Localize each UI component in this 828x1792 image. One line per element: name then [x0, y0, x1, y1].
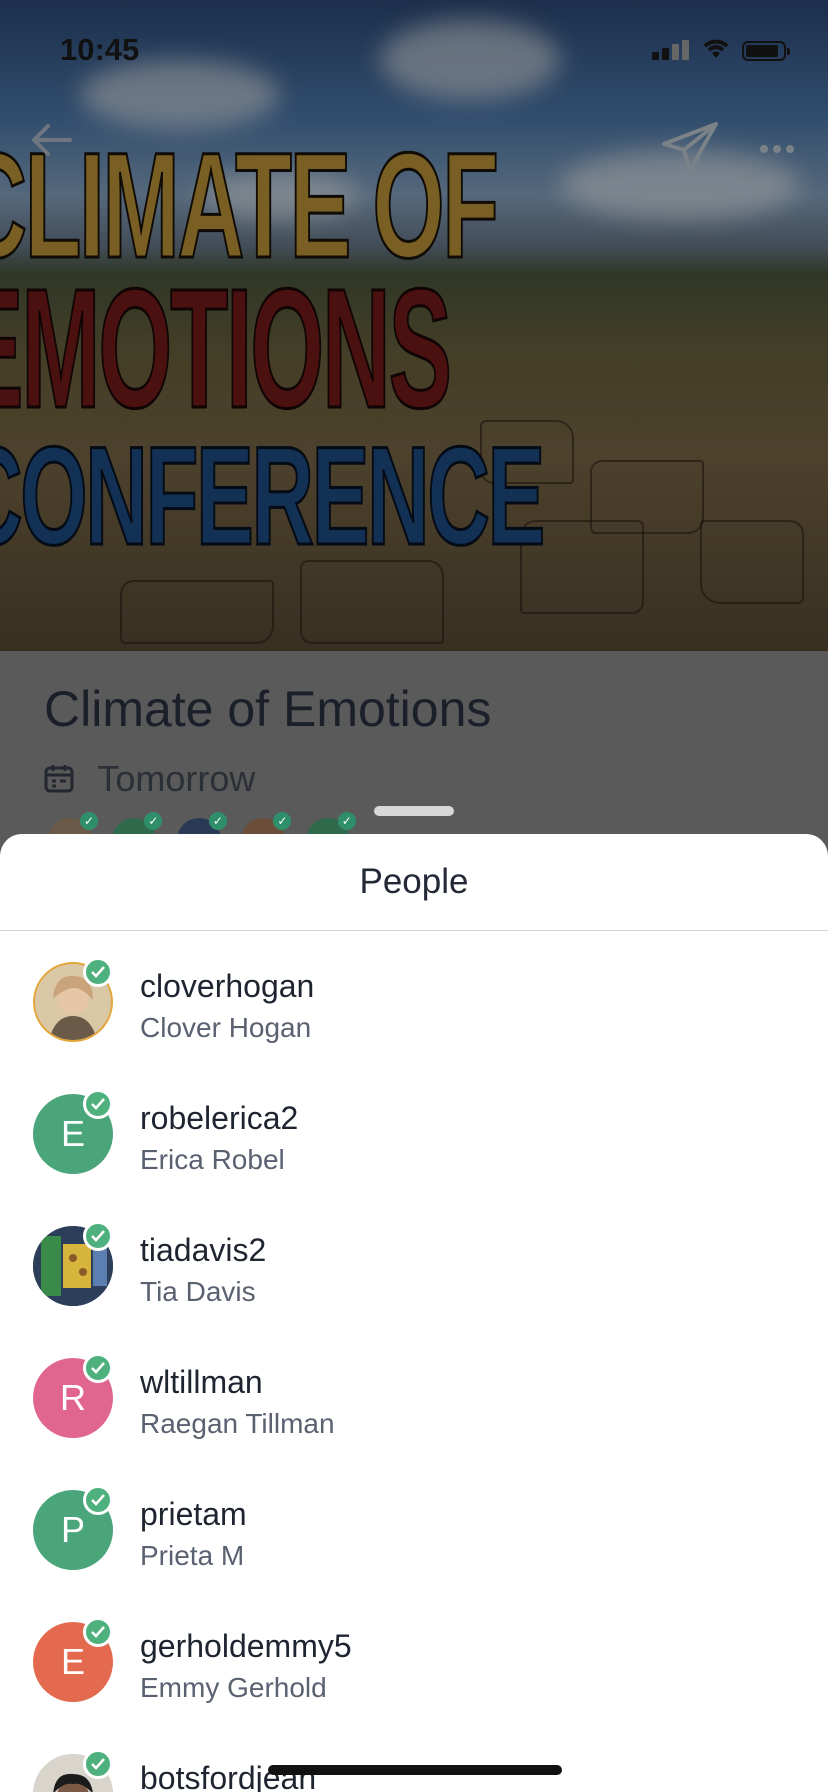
person-full-name: Emmy Gerhold: [140, 1672, 327, 1703]
person-row-prietam[interactable]: P prietam Prieta M: [0, 1472, 828, 1604]
back-arrow-icon[interactable]: [30, 122, 74, 163]
check-badge-icon: [83, 1221, 113, 1251]
home-indicator[interactable]: [268, 1765, 562, 1775]
person-row-botsfordjean[interactable]: botsfordjean: [0, 1736, 828, 1792]
person-row-robelerica2[interactable]: E robelerica2 Erica Robel: [0, 1076, 828, 1208]
cellular-signal-icon: [652, 40, 692, 60]
event-date: Tomorrow: [97, 758, 256, 799]
person-full-name: Erica Robel: [140, 1144, 285, 1175]
person-full-name: Clover Hogan: [140, 1012, 312, 1043]
person-row-tiadavis2[interactable]: tiadavis2 Tia Davis: [0, 1208, 828, 1340]
person-full-name: Raegan Tillman: [140, 1408, 335, 1439]
people-sheet: People cloverhogan Clover Hogan E robele…: [0, 834, 828, 1792]
check-badge-icon: [83, 1485, 113, 1515]
status-bar: 10:45: [0, 28, 828, 72]
person-row-wltillman[interactable]: R wltillman Raegan Tillman: [0, 1340, 828, 1472]
calendar-icon: [44, 760, 74, 802]
status-time: 10:45: [60, 32, 140, 67]
battery-icon: [742, 41, 790, 61]
paper-plane-icon[interactable]: [660, 120, 720, 179]
event-title: Climate of Emotions: [44, 681, 492, 737]
person-row-cloverhogan[interactable]: cloverhogan Clover Hogan: [0, 944, 828, 1076]
person-username: cloverhogan: [140, 968, 315, 1004]
check-badge-icon: [83, 1353, 113, 1383]
wifi-icon: [700, 36, 732, 65]
event-date-row: Tomorrow: [44, 758, 255, 802]
person-row-gerholdemmy5[interactable]: E gerholdemmy5 Emmy Gerhold: [0, 1604, 828, 1736]
person-username: prietam: [140, 1496, 247, 1532]
more-horizontal-icon[interactable]: [760, 140, 799, 158]
person-username: robelerica2: [140, 1100, 299, 1136]
person-full-name: Tia Davis: [140, 1276, 256, 1307]
sheet-drag-handle[interactable]: [374, 806, 454, 816]
event-cover-image: CLIMATE OF EMOTIONS CONFERENCE: [0, 0, 828, 651]
modal-backdrop[interactable]: [0, 0, 828, 651]
person-username: gerholdemmy5: [140, 1628, 352, 1664]
person-username: tiadavis2: [140, 1232, 267, 1268]
divider: [0, 930, 828, 931]
check-badge-icon: [83, 1617, 113, 1647]
check-badge-icon: [83, 1089, 113, 1119]
person-full-name: Prieta M: [140, 1540, 245, 1571]
sheet-title: People: [359, 862, 469, 901]
person-username: wltillman: [140, 1364, 263, 1400]
check-badge-icon: [83, 957, 113, 987]
check-badge-icon: [83, 1749, 113, 1779]
